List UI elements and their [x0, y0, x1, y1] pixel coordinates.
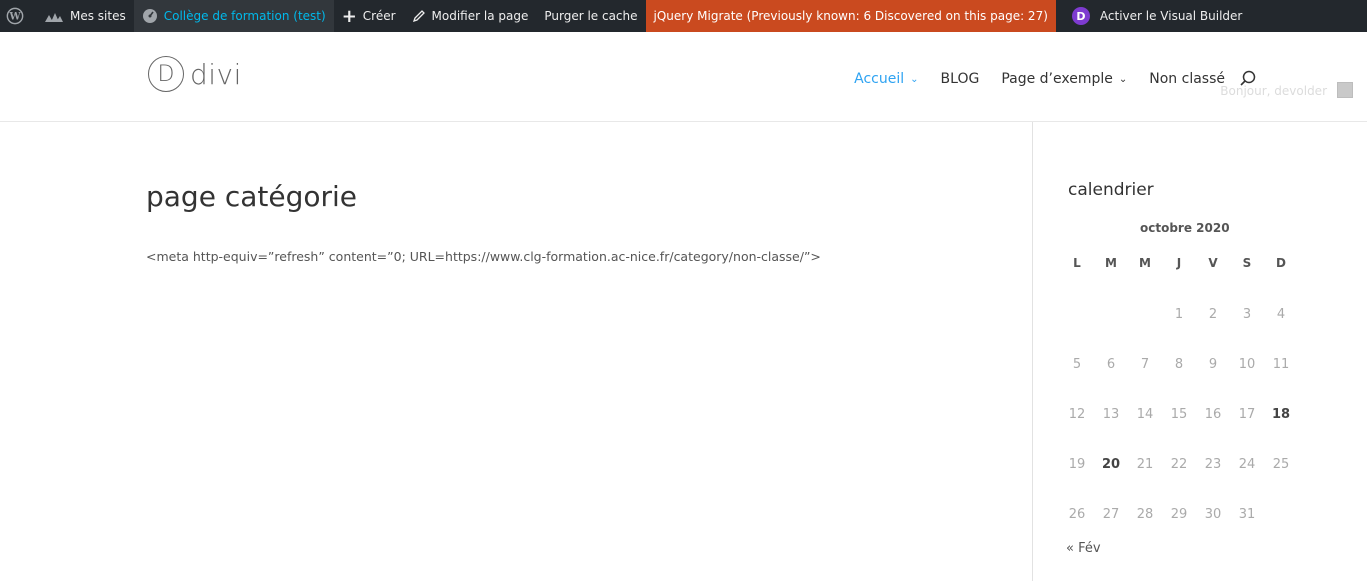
visual-builder-link[interactable]: D Activer le Visual Builder: [1056, 0, 1250, 32]
calendar-day: 29: [1170, 507, 1188, 522]
calendar-day[interactable]: 20: [1094, 450, 1128, 500]
jquery-migrate-link[interactable]: jQuery Migrate (Previously known: 6 Disc…: [645, 0, 1056, 32]
calendar-day: 8: [1174, 357, 1184, 372]
admin-bar: W Mes sites Collège de formation (test) …: [0, 0, 1367, 32]
create-menu[interactable]: + Créer: [334, 0, 404, 32]
calendar-day: 31: [1238, 507, 1256, 522]
logo-text: divi: [190, 57, 242, 91]
site-header: D divi Accueil ⌄ BLOG Page d’exemple ⌄ N…: [0, 32, 1367, 122]
create-label: Créer: [362, 9, 396, 23]
calendar-day-header: J: [1176, 256, 1182, 270]
purge-cache-label: Purger le cache: [544, 9, 638, 23]
calendar-day: 15: [1170, 407, 1188, 422]
calendar-day: 6: [1106, 357, 1116, 372]
calendar-empty-day: [1060, 300, 1094, 350]
calendar-day: 28: [1136, 507, 1154, 522]
dashboard-icon: [142, 8, 158, 24]
calendar-weeks: 1 2 3 4 5 6 7 8 9 10 11 12 13 14 15 16 17 18 19 20 21 22 23 24 2…: [1060, 300, 1298, 550]
calendar-day: 12: [1068, 407, 1086, 422]
calendar-day: 23: [1204, 457, 1222, 472]
calendar-day: 25: [1272, 457, 1290, 472]
calendar-day-header: D: [1276, 256, 1286, 270]
avatar[interactable]: [1337, 82, 1353, 98]
user-greeting[interactable]: Bonjour, devolder: [1220, 84, 1327, 98]
main-nav: Accueil ⌄ BLOG Page d’exemple ⌄ Non clas…: [832, 70, 1257, 88]
nav-item-page-exemple[interactable]: Page d’exemple ⌄: [1001, 71, 1127, 87]
calendar-day: 1: [1174, 307, 1184, 322]
chevron-down-icon: ⌄: [910, 73, 919, 85]
edit-page-label: Modifier la page: [431, 9, 529, 23]
calendar-grid: L M M J V S D 1 2 3 4 5 6 7 8 9 10 11 12 13 14 15 16 17 1…: [1060, 248, 1298, 550]
sidebar-divider: [1032, 122, 1033, 581]
site-name-label: Collège de formation (test): [163, 9, 326, 23]
nav-item-non-classe[interactable]: Non classé: [1149, 71, 1225, 87]
chevron-down-icon: ⌄: [1118, 73, 1128, 85]
calendar-day: 3: [1242, 307, 1252, 322]
pencil-icon: [412, 9, 426, 23]
nav-item-label: Page d’exemple: [1001, 71, 1113, 87]
calendar-empty-day: [1128, 300, 1162, 350]
calendar-day: 17: [1238, 407, 1256, 422]
calendar-day: 21: [1136, 457, 1154, 472]
divi-icon: D: [1071, 7, 1090, 25]
calendar-day-header: V: [1208, 256, 1218, 270]
nav-item-label: Non classé: [1149, 71, 1225, 87]
logo-mark: D: [148, 56, 184, 92]
calendar-day: 10: [1238, 357, 1256, 372]
nav-item-blog[interactable]: BLOG: [941, 71, 980, 87]
calendar-day: 16: [1204, 407, 1222, 422]
calendar-week-row: 19 20 21 22 23 24 25: [1060, 450, 1298, 500]
calendar-day: 7: [1140, 357, 1150, 372]
calendar-caption: octobre 2020: [1140, 221, 1230, 235]
page-title: page catégorie: [146, 180, 358, 213]
page-content: <meta http-equiv=”refresh” content=”0; U…: [146, 249, 821, 264]
calendar-day: 11: [1272, 357, 1290, 372]
calendar-week-row: 5 6 7 8 9 10 11: [1060, 350, 1298, 400]
calendar-day: 4: [1276, 307, 1286, 322]
calendar-day: 2: [1208, 307, 1218, 322]
calendar-week-row: 1 2 3 4: [1060, 300, 1298, 350]
calendar-day: 19: [1068, 457, 1086, 472]
calendar-day: 24: [1238, 457, 1256, 472]
wordpress-icon: W: [6, 7, 24, 25]
calendar-day-header: M: [1139, 256, 1151, 270]
site-name-menu[interactable]: Collège de formation (test): [133, 0, 334, 32]
calendar-day: 5: [1072, 357, 1082, 372]
calendar-empty-day: [1264, 500, 1298, 550]
nav-item-accueil[interactable]: Accueil ⌄: [854, 71, 918, 87]
calendar-week-row: 12 13 14 15 16 17 18: [1060, 400, 1298, 450]
purge-cache-link[interactable]: Purger le cache: [536, 0, 645, 32]
nav-item-label: BLOG: [940, 71, 980, 87]
calendar-day-header: S: [1242, 256, 1252, 270]
edit-page-link[interactable]: Modifier la page: [404, 0, 537, 32]
calendar-day-header: M: [1105, 256, 1117, 270]
my-sites-menu[interactable]: Mes sites: [36, 0, 134, 32]
calendar-day-header: L: [1073, 256, 1081, 270]
calendar-day: 9: [1208, 357, 1218, 372]
calendar-header-row: L M M J V S D: [1060, 248, 1298, 278]
calendar-prev-link[interactable]: « Fév: [1066, 541, 1101, 556]
wordpress-menu[interactable]: W: [0, 0, 36, 32]
site-logo[interactable]: D divi: [148, 56, 242, 92]
calendar-widget-title: calendrier: [1068, 180, 1154, 200]
my-sites-icon: [44, 9, 64, 23]
plus-icon: +: [341, 5, 357, 27]
nav-item-label: Accueil: [854, 71, 905, 87]
calendar-day: 30: [1204, 507, 1222, 522]
jquery-migrate-label: jQuery Migrate (Previously known: 6 Disc…: [653, 9, 1048, 23]
calendar-day: 14: [1136, 407, 1154, 422]
svg-text:W: W: [8, 12, 21, 23]
visual-builder-label: Activer le Visual Builder: [1099, 9, 1243, 23]
calendar-day: 22: [1170, 457, 1188, 472]
calendar-day[interactable]: 18: [1264, 400, 1298, 450]
calendar-day: 13: [1102, 407, 1120, 422]
calendar-empty-day: [1094, 300, 1128, 350]
my-sites-label: Mes sites: [70, 9, 126, 23]
